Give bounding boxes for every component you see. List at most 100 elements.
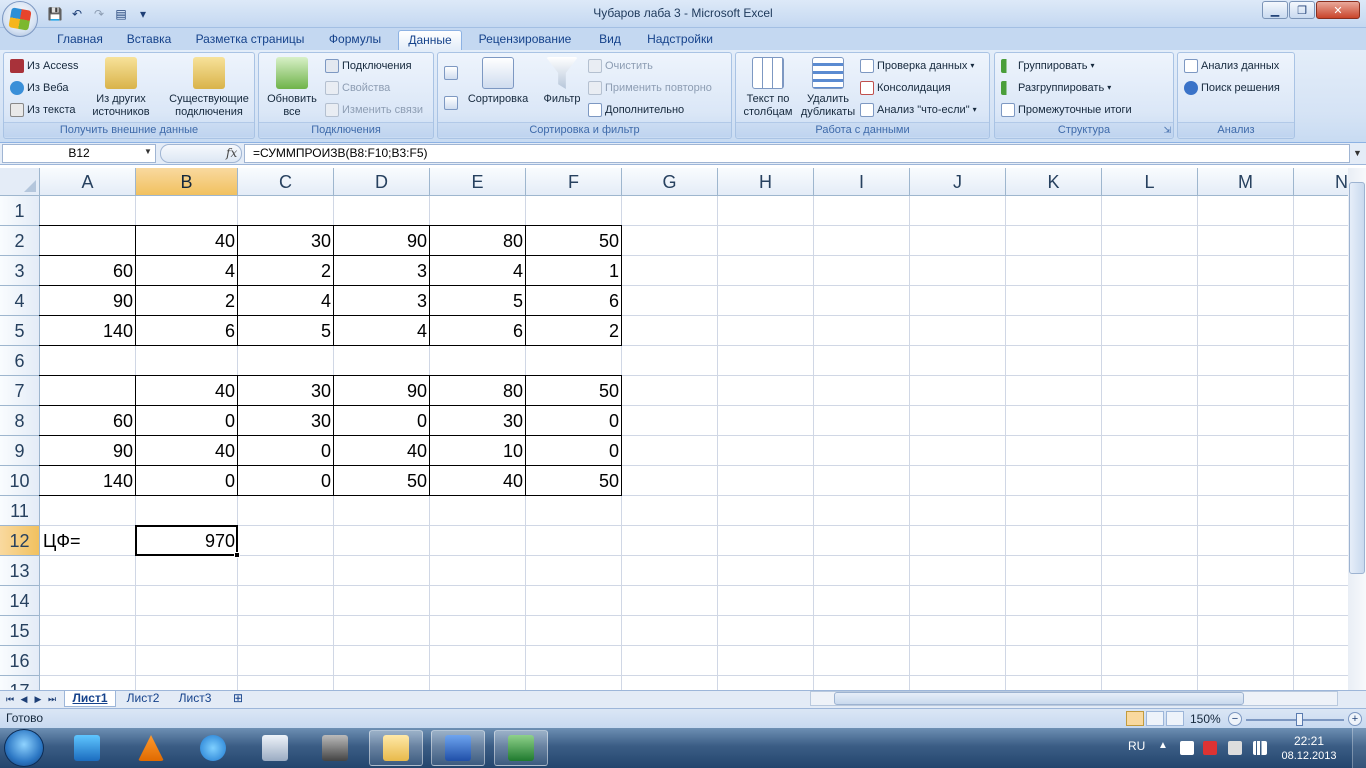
select-all-button[interactable] [0, 168, 40, 196]
from-access-button[interactable]: Из Access [10, 56, 78, 76]
clock-time[interactable]: 22:21 [1280, 734, 1338, 748]
column-header-h[interactable]: H [718, 168, 814, 196]
expand-formula-bar-icon[interactable]: ▼ [1351, 144, 1364, 163]
from-web-button[interactable]: Из Веба [10, 78, 69, 98]
name-box-dropdown-icon[interactable]: ▼ [144, 147, 152, 156]
row-header-4[interactable]: 4 [0, 286, 40, 316]
cell-d9[interactable]: 40 [334, 436, 430, 466]
column-header-g[interactable]: G [622, 168, 718, 196]
cell-a3[interactable]: 60 [40, 256, 136, 286]
cell-f8[interactable]: 0 [526, 406, 622, 436]
sheet-tab-2[interactable]: Лист2 [118, 691, 168, 707]
cell-b2[interactable]: 40 [136, 226, 238, 256]
formula-input[interactable]: =СУММПРОИЗВ(B8:F10;B3:F5) [244, 144, 1350, 163]
taskbar-explorer[interactable] [369, 730, 423, 766]
advanced-filter-button[interactable]: Дополнительно [588, 100, 684, 120]
cell-b3[interactable]: 4 [136, 256, 238, 286]
row-header-15[interactable]: 15 [0, 616, 40, 646]
zoom-slider[interactable] [1246, 719, 1344, 721]
cell-d10[interactable]: 50 [334, 466, 430, 496]
cell-f4[interactable]: 6 [526, 286, 622, 316]
customize-qat-icon[interactable]: ▾ [134, 5, 152, 23]
tray-device-icon[interactable] [1228, 741, 1242, 755]
row-header-10[interactable]: 10 [0, 466, 40, 496]
row-header-14[interactable]: 14 [0, 586, 40, 616]
show-hidden-icons-icon[interactable]: ▲ [1158, 740, 1168, 751]
cell-e7[interactable]: 80 [430, 376, 526, 406]
tray-signal-icon[interactable] [1253, 741, 1267, 755]
insert-sheet-icon[interactable]: ⊞ [224, 691, 252, 707]
cell-e2[interactable]: 80 [430, 226, 526, 256]
column-header-d[interactable]: D [334, 168, 430, 196]
column-header-e[interactable]: E [430, 168, 526, 196]
zoom-level[interactable]: 150% [1190, 712, 1221, 726]
tab-addins[interactable]: Надстройки [640, 30, 720, 50]
cell-b7[interactable]: 40 [136, 376, 238, 406]
show-desktop-button[interactable] [1352, 728, 1366, 768]
page-layout-view-icon[interactable] [1146, 711, 1164, 726]
horizontal-scroll-thumb[interactable] [834, 692, 1244, 705]
row-header-16[interactable]: 16 [0, 646, 40, 676]
taskbar-excel[interactable] [494, 730, 548, 766]
column-header-k[interactable]: K [1006, 168, 1102, 196]
row-header-2[interactable]: 2 [0, 226, 40, 256]
tab-data[interactable]: Данные [398, 30, 462, 50]
clock-date[interactable]: 08.12.2013 [1280, 750, 1338, 762]
taskbar-media-player[interactable] [60, 730, 114, 766]
cell-a10[interactable]: 140 [40, 466, 136, 496]
cell-e10[interactable]: 40 [430, 466, 526, 496]
column-header-l[interactable]: L [1102, 168, 1198, 196]
column-header-c[interactable]: C [238, 168, 334, 196]
remove-duplicates-button[interactable]: Удалить дубликаты [798, 57, 858, 119]
cell-a12[interactable]: ЦФ= [40, 526, 136, 556]
next-sheet-icon[interactable]: ▶ [32, 692, 44, 706]
ungroup-button[interactable]: Разгруппировать ▾ [1001, 78, 1111, 98]
cell-f2[interactable]: 50 [526, 226, 622, 256]
edit-links-button[interactable]: Изменить связи [325, 100, 423, 120]
taskbar-internet-explorer[interactable] [186, 730, 240, 766]
language-indicator[interactable]: RU [1128, 739, 1145, 753]
close-button[interactable]: ✕ [1316, 1, 1360, 19]
cell-c3[interactable]: 2 [238, 256, 334, 286]
sheet-tab-3[interactable]: Лист3 [170, 691, 220, 707]
cell-c9[interactable]: 0 [238, 436, 334, 466]
column-header-b[interactable]: B [136, 168, 238, 196]
column-header-f[interactable]: F [526, 168, 622, 196]
clear-filter-button[interactable]: Очистить [588, 56, 653, 76]
connections-button[interactable]: Подключения [325, 56, 412, 76]
cell-e3[interactable]: 4 [430, 256, 526, 286]
save-icon[interactable]: 💾 [46, 5, 64, 23]
group-button[interactable]: Группировать ▾ [1001, 56, 1095, 76]
zoom-in-icon[interactable]: + [1348, 712, 1362, 726]
taskbar-scanner[interactable] [308, 730, 362, 766]
minimize-button[interactable]: ▁ [1262, 1, 1288, 19]
cell-c7[interactable]: 30 [238, 376, 334, 406]
from-other-sources-button[interactable]: Из других источников [92, 57, 150, 119]
cell-a4[interactable]: 90 [40, 286, 136, 316]
restore-button[interactable]: ❐ [1289, 1, 1315, 19]
outline-dialog-launcher-icon[interactable]: ⇲ [1163, 125, 1171, 136]
column-header-a[interactable]: A [40, 168, 136, 196]
last-sheet-icon[interactable]: ⏭ [46, 692, 58, 706]
office-button[interactable] [2, 1, 38, 37]
row-header-9[interactable]: 9 [0, 436, 40, 466]
tab-page-layout[interactable]: Разметка страницы [190, 30, 310, 50]
page-break-view-icon[interactable] [1166, 711, 1184, 726]
column-header-i[interactable]: I [814, 168, 910, 196]
cell-a9[interactable]: 90 [40, 436, 136, 466]
refresh-all-button[interactable]: Обновить все [261, 57, 323, 119]
cell-b5[interactable]: 6 [136, 316, 238, 346]
cell-f9[interactable]: 0 [526, 436, 622, 466]
reapply-button[interactable]: Применить повторно [588, 78, 712, 98]
row-header-5[interactable]: 5 [0, 316, 40, 346]
sort-az-button[interactable] [444, 63, 458, 83]
column-header-j[interactable]: J [910, 168, 1006, 196]
cell-e8[interactable]: 30 [430, 406, 526, 436]
tab-insert[interactable]: Вставка [118, 30, 180, 50]
row-header-11[interactable]: 11 [0, 496, 40, 526]
cell-d8[interactable]: 0 [334, 406, 430, 436]
cell-c2[interactable]: 30 [238, 226, 334, 256]
row-header-13[interactable]: 13 [0, 556, 40, 586]
cell-d7[interactable]: 90 [334, 376, 430, 406]
cell-d3[interactable]: 3 [334, 256, 430, 286]
